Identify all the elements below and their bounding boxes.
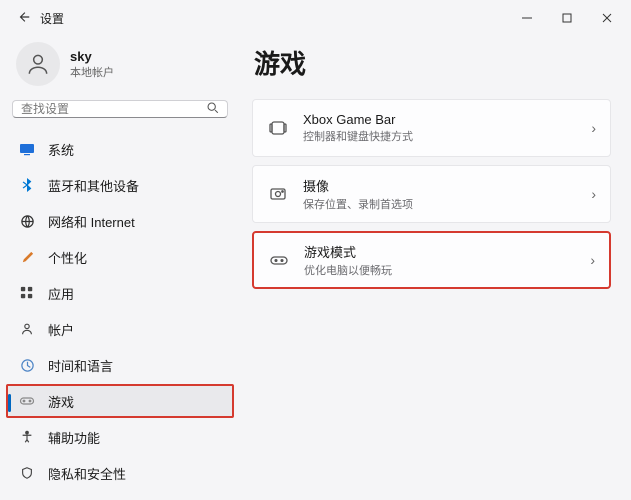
- nav: 系统 蓝牙和其他设备 网络和 Internet 个性化: [8, 132, 232, 500]
- back-button[interactable]: [10, 10, 38, 27]
- sidebar-item-gaming[interactable]: 游戏: [6, 384, 234, 418]
- sidebar-item-label: 时间和语言: [48, 356, 113, 375]
- network-icon: [18, 214, 36, 229]
- chevron-right-icon: ›: [591, 120, 596, 136]
- game-mode-icon: [268, 250, 290, 270]
- sidebar-item-system[interactable]: 系统: [8, 132, 232, 166]
- search-icon: [206, 101, 219, 117]
- apps-icon: [18, 286, 36, 300]
- user-block[interactable]: sky 本地帐户: [8, 36, 232, 100]
- card-game-mode[interactable]: 游戏模式 优化电脑以便畅玩 ›: [252, 231, 611, 289]
- shield-icon: [18, 466, 36, 480]
- sidebar-item-label: 网络和 Internet: [48, 212, 135, 231]
- card-title: Xbox Game Bar: [303, 112, 577, 127]
- accounts-icon: [18, 322, 36, 336]
- card-subtitle: 控制器和键盘快捷方式: [303, 128, 577, 144]
- sidebar-item-label: 帐户: [48, 320, 74, 339]
- sidebar-item-accessibility[interactable]: 辅助功能: [8, 420, 232, 454]
- minimize-button[interactable]: [507, 4, 547, 32]
- page-title: 游戏: [254, 44, 611, 81]
- sidebar-item-privacy[interactable]: 隐私和安全性: [8, 456, 232, 490]
- search-input[interactable]: [21, 102, 206, 116]
- window-title: 设置: [40, 10, 64, 27]
- sidebar-item-accounts[interactable]: 帐户: [8, 312, 232, 346]
- content: 游戏 Xbox Game Bar 控制器和键盘快捷方式 › 摄像 保存位置、录: [240, 36, 631, 500]
- settings-cards: Xbox Game Bar 控制器和键盘快捷方式 › 摄像 保存位置、录制首选项…: [252, 99, 611, 289]
- captures-icon: [267, 184, 289, 204]
- sidebar-item-label: 蓝牙和其他设备: [48, 176, 139, 195]
- titlebar: 设置: [0, 0, 631, 36]
- sidebar-item-label: 辅助功能: [48, 428, 100, 447]
- personalize-icon: [18, 250, 36, 265]
- card-subtitle: 保存位置、录制首选项: [303, 196, 577, 212]
- sidebar: sky 本地帐户 系统 蓝牙和其他设备: [0, 36, 240, 500]
- sidebar-item-bluetooth[interactable]: 蓝牙和其他设备: [8, 168, 232, 202]
- sidebar-item-label: 隐私和安全性: [48, 464, 126, 483]
- close-button[interactable]: [587, 4, 627, 32]
- gaming-icon: [18, 393, 36, 409]
- bluetooth-icon: [18, 178, 36, 192]
- card-title: 游戏模式: [304, 242, 576, 261]
- sidebar-item-apps[interactable]: 应用: [8, 276, 232, 310]
- accessibility-icon: [18, 430, 36, 444]
- card-title: 摄像: [303, 176, 577, 195]
- card-captures[interactable]: 摄像 保存位置、录制首选项 ›: [252, 165, 611, 223]
- xbox-game-bar-icon: [267, 118, 289, 138]
- sidebar-item-network[interactable]: 网络和 Internet: [8, 204, 232, 238]
- sidebar-item-label: 系统: [48, 140, 74, 159]
- card-subtitle: 优化电脑以便畅玩: [304, 262, 576, 278]
- system-icon: [18, 141, 36, 157]
- avatar: [16, 42, 60, 86]
- user-account-type: 本地帐户: [70, 64, 114, 80]
- card-xbox-game-bar[interactable]: Xbox Game Bar 控制器和键盘快捷方式 ›: [252, 99, 611, 157]
- sidebar-item-label: 应用: [48, 284, 74, 303]
- sidebar-item-personalize[interactable]: 个性化: [8, 240, 232, 274]
- chevron-right-icon: ›: [590, 252, 595, 268]
- sidebar-item-time-language[interactable]: 时间和语言: [8, 348, 232, 382]
- sidebar-item-label: 个性化: [48, 248, 87, 267]
- chevron-right-icon: ›: [591, 186, 596, 202]
- sidebar-item-windows-update[interactable]: Windows 更新: [8, 492, 232, 500]
- search-box[interactable]: [12, 100, 228, 118]
- user-name: sky: [70, 49, 114, 64]
- maximize-button[interactable]: [547, 4, 587, 32]
- clock-icon: [18, 358, 36, 373]
- sidebar-item-label: 游戏: [48, 392, 74, 411]
